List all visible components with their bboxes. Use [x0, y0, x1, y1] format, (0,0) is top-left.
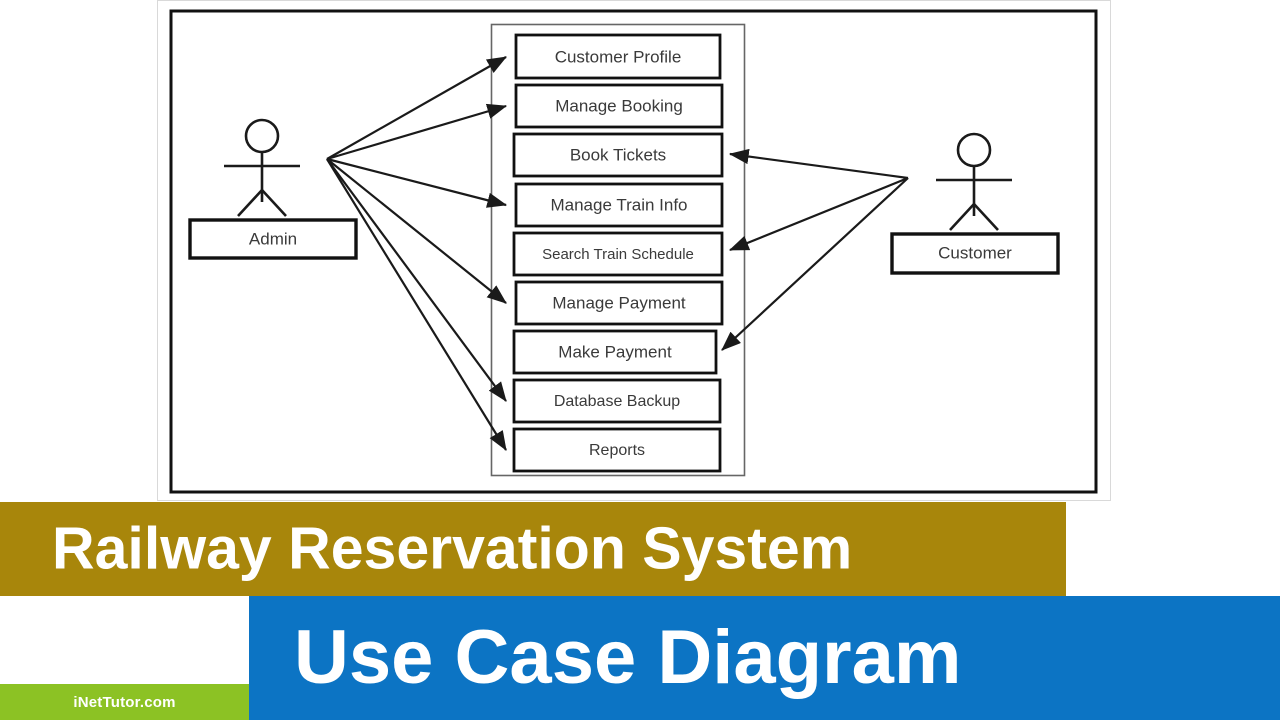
use-case-label: Book Tickets: [570, 145, 666, 164]
use-case-customer-profile[interactable]: Customer Profile: [514, 33, 722, 80]
use-case-manage-train-info[interactable]: Manage Train Info: [514, 182, 724, 228]
use-case-boxes: Customer Profile Manage Booking Book Tic…: [512, 33, 724, 473]
use-case-label: Manage Payment: [552, 293, 686, 312]
use-case-label: Manage Train Info: [550, 195, 687, 214]
actor-customer-label: Customer: [938, 243, 1012, 262]
use-case-label: Search Train Schedule: [542, 246, 694, 263]
use-case-label: Customer Profile: [555, 47, 682, 66]
use-case-label: Manage Booking: [555, 96, 683, 115]
customer-head-icon: [956, 132, 992, 168]
system-title: Railway Reservation System: [52, 515, 853, 582]
use-case-search-train-schedule[interactable]: Search Train Schedule: [512, 231, 724, 277]
use-case-label: Make Payment: [558, 342, 672, 361]
diagram-canvas: Admin Customer Customer Profile Manage B…: [157, 0, 1111, 501]
use-case-reports[interactable]: Reports: [512, 427, 722, 473]
diagram-type-title: Use Case Diagram: [294, 615, 962, 700]
admin-head-icon: [244, 118, 280, 154]
gold-title-banner: Railway Reservation System: [0, 502, 1066, 596]
brand-logo-bar: iNetTutor.com: [0, 684, 249, 720]
actor-admin-label: Admin: [249, 229, 297, 248]
blue-subtitle-banner: Use Case Diagram: [249, 596, 1280, 720]
use-case-book-tickets[interactable]: Book Tickets: [512, 132, 724, 178]
use-case-label: Database Backup: [554, 393, 680, 410]
brand-logo-text: iNetTutor.com: [73, 693, 176, 711]
use-case-label: Reports: [589, 442, 645, 459]
use-case-diagram: Admin Customer Customer Profile Manage B…: [0, 0, 1280, 505]
use-case-manage-payment[interactable]: Manage Payment: [514, 280, 724, 326]
use-case-database-backup[interactable]: Database Backup: [512, 378, 722, 424]
use-case-manage-booking[interactable]: Manage Booking: [514, 83, 724, 129]
use-case-make-payment[interactable]: Make Payment: [512, 329, 718, 375]
